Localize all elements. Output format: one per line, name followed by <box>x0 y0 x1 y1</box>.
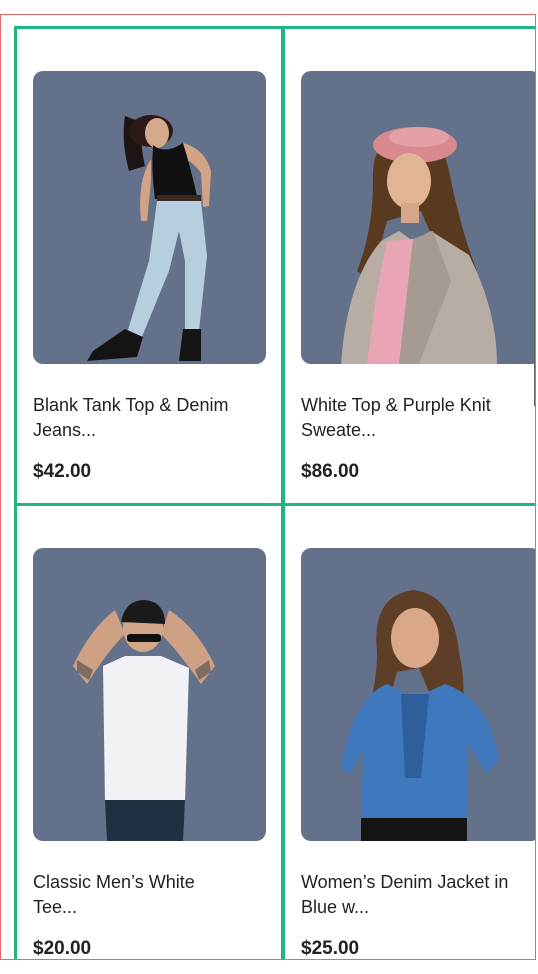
product-title[interactable]: Women’s Denim Jacket in Blue w... <box>301 870 531 920</box>
product-image[interactable] <box>33 71 266 364</box>
product-image[interactable] <box>33 548 266 841</box>
product-grid-frame: Blank Tank Top & Denim Jeans... $42.00 W… <box>0 14 536 960</box>
product-title[interactable]: White Top & Purple Knit Sweate... <box>301 393 531 443</box>
product-card[interactable]: Classic Men’s White Tee... $20.00 <box>14 503 284 959</box>
product-image[interactable] <box>301 71 535 364</box>
product-card[interactable]: Blank Tank Top & Denim Jeans... $42.00 <box>14 26 284 506</box>
product-price: $20.00 <box>33 938 92 959</box>
product-card[interactable]: Women’s Denim Jacket in Blue w... $25.00 <box>282 503 535 959</box>
product-title[interactable]: Blank Tank Top & Denim Jeans... <box>33 393 263 443</box>
product-image[interactable] <box>301 548 535 841</box>
product-price: $86.00 <box>301 461 360 482</box>
scrollbar[interactable] <box>534 199 535 407</box>
product-title[interactable]: Classic Men’s White Tee... <box>33 870 263 920</box>
product-price: $42.00 <box>33 461 92 482</box>
product-card[interactable]: White Top & Purple Knit Sweate... $86.00 <box>282 26 535 506</box>
product-price: $25.00 <box>301 938 360 959</box>
